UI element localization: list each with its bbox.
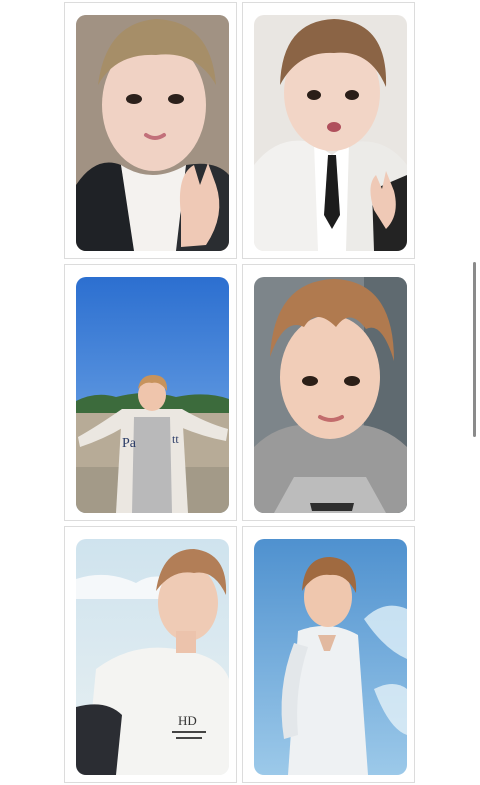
grid-cell-1[interactable] [64,2,237,259]
grid-cell-6[interactable] [242,526,415,783]
photocard-grid: Pa tt HD [64,2,420,784]
svg-text:tt: tt [172,432,179,446]
grid-cell-3[interactable]: Pa tt [64,264,237,521]
photocard-6[interactable] [254,539,407,775]
grid-cell-4[interactable] [242,264,415,521]
vertical-scrollbar[interactable] [473,262,476,437]
photocard-5-image: HD [76,539,229,775]
photocard-3-image: Pa tt [76,277,229,513]
photocard-4-image [254,277,407,513]
grid-cell-2[interactable] [242,2,415,259]
photocard-2[interactable] [254,15,407,251]
grid-cell-5[interactable]: HD [64,526,237,783]
photocard-4[interactable] [254,277,407,513]
card5-logo-text: HD [178,713,197,728]
svg-text:Pa: Pa [122,436,137,451]
photocard-1[interactable] [76,15,229,251]
photocard-6-image [254,539,407,775]
photocard-2-image [254,15,407,251]
photocard-3[interactable]: Pa tt [76,277,229,513]
photocard-1-image [76,15,229,251]
photocard-5[interactable]: HD [76,539,229,775]
